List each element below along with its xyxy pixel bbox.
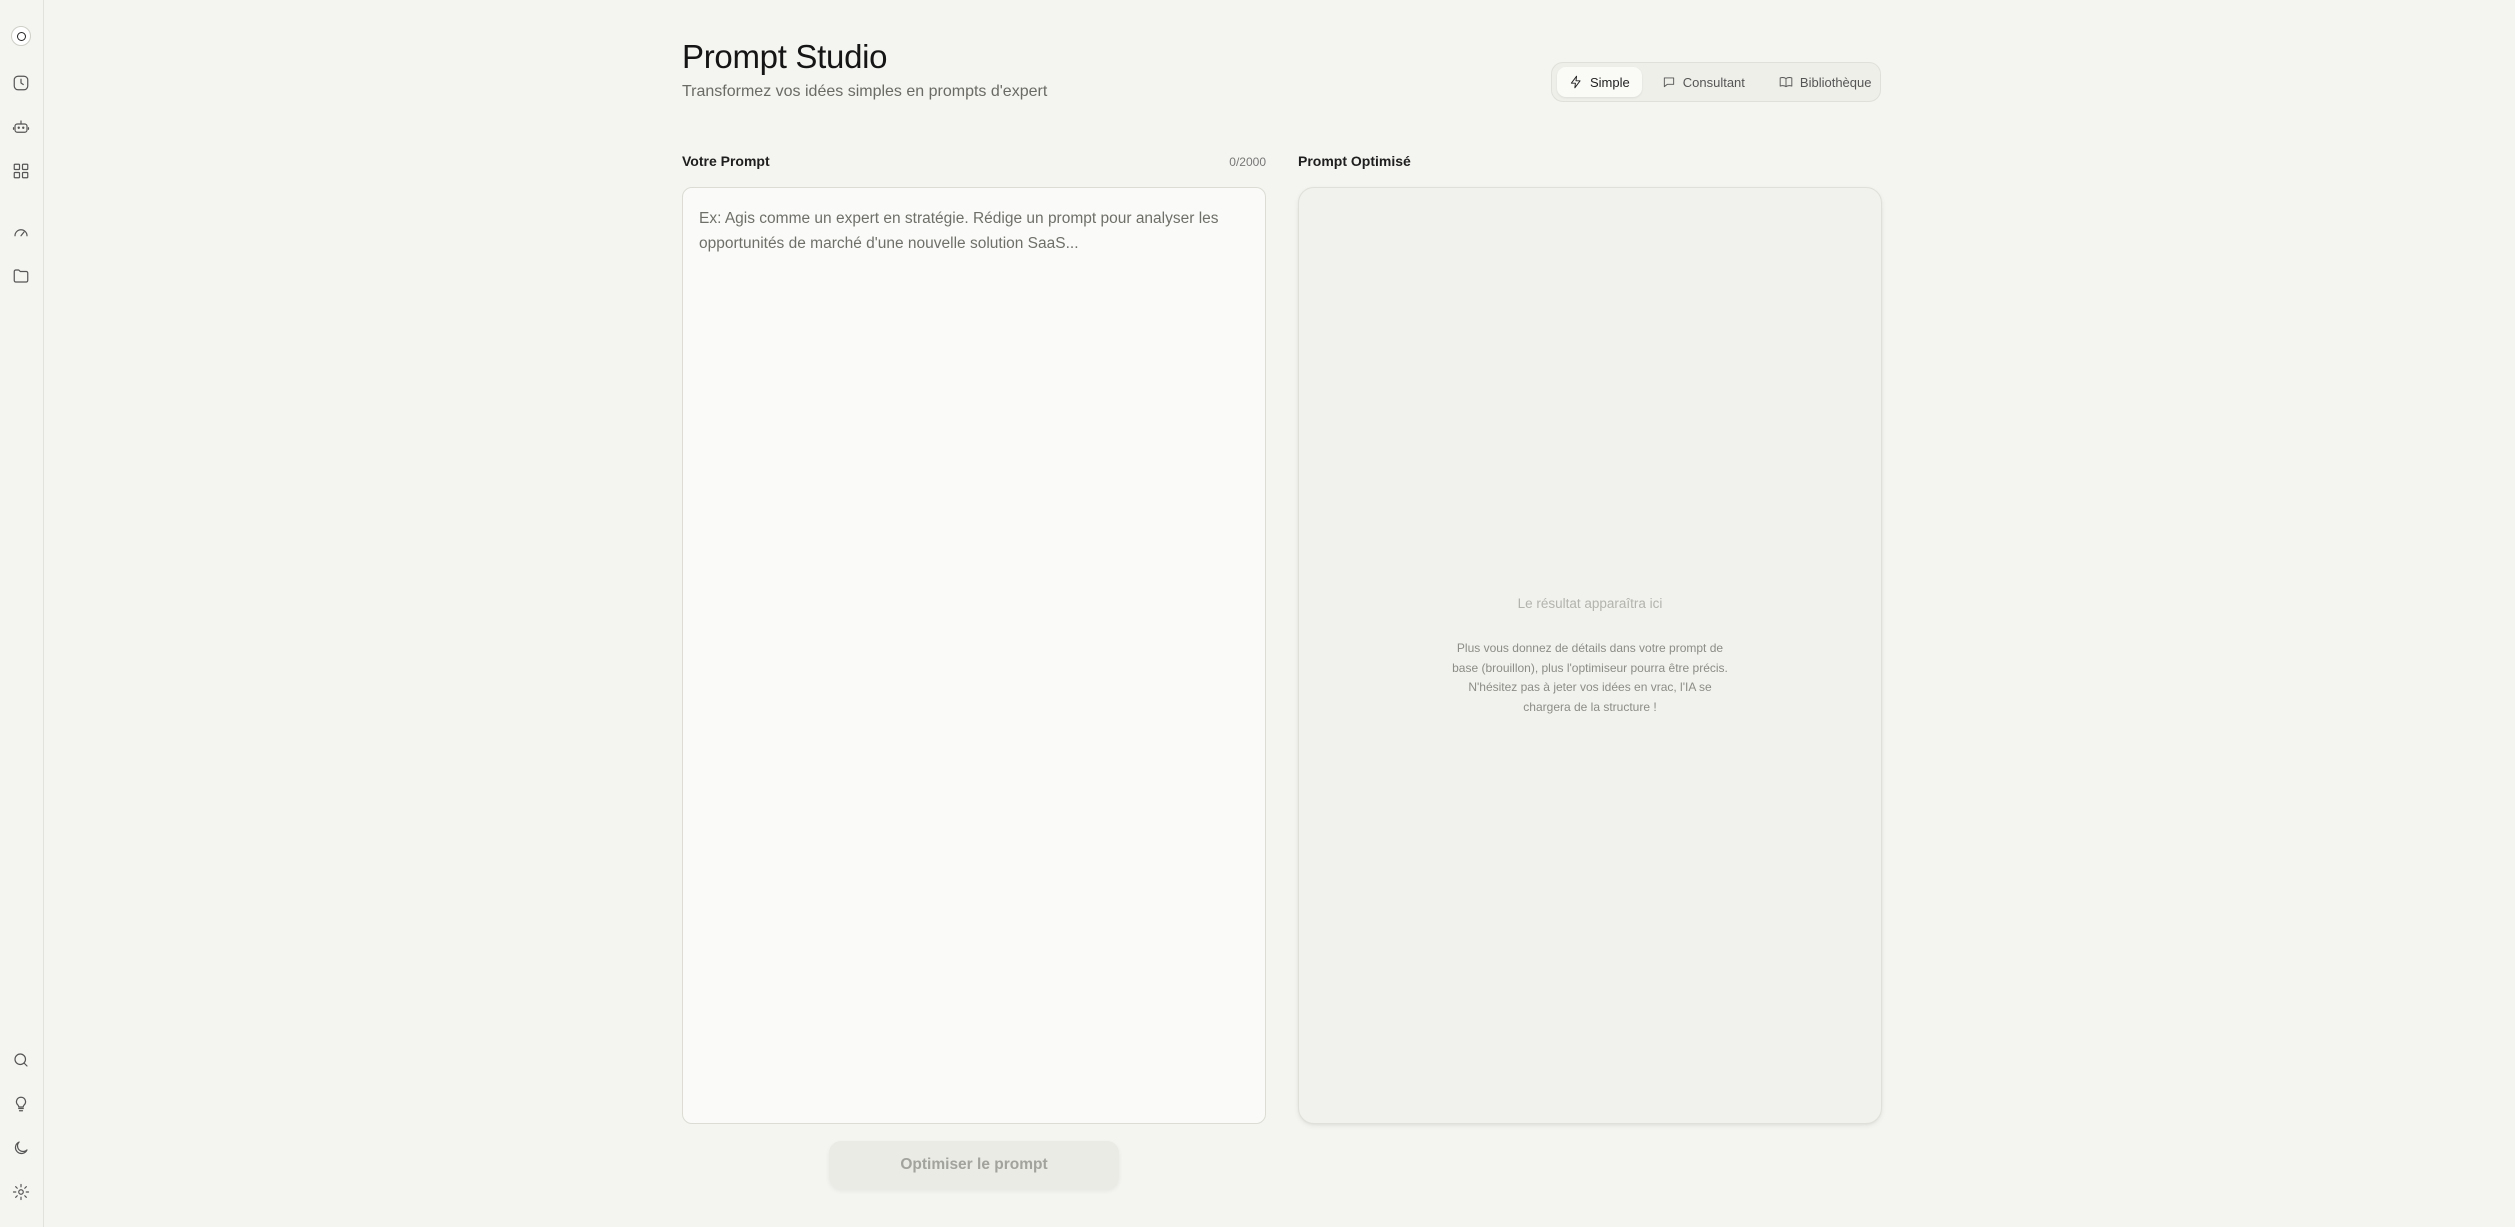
gear-icon[interactable] (10, 1181, 32, 1203)
lightning-icon (1570, 75, 1581, 89)
sidebar (0, 0, 44, 1227)
empty-state-title: Le résultat apparaîtra ici (1517, 596, 1663, 611)
book-icon (1779, 77, 1793, 88)
prompt-input[interactable] (699, 206, 1249, 1105)
page-subtitle: Transformez vos idées simples en prompts… (682, 83, 1048, 100)
grid-icon[interactable] (10, 160, 32, 182)
mode-simple-label: Simple (1590, 74, 1630, 90)
mode-switch: Simple Consultant Bibliothèque (1551, 62, 1881, 102)
optimized-output-panel: Le résultat apparaîtra ici Plus vous don… (1298, 187, 1882, 1124)
mode-simple-button[interactable]: Simple (1557, 67, 1642, 97)
page-title: Prompt Studio (682, 38, 888, 75)
mode-consultant-button[interactable]: Consultant (1650, 67, 1757, 97)
output-label: Prompt Optimisé (1298, 153, 1411, 169)
logo-icon[interactable] (10, 25, 32, 47)
folder-icon[interactable] (10, 265, 32, 287)
search-icon[interactable] (10, 1049, 32, 1071)
history-icon[interactable] (10, 72, 32, 94)
bot-icon[interactable] (10, 116, 32, 138)
mode-library-button[interactable]: Bibliothèque (1767, 67, 1884, 97)
character-counter: 0/2000 (1229, 155, 1266, 169)
chat-bubble-icon (1663, 77, 1674, 88)
optimize-button[interactable]: Optimiser le prompt (829, 1141, 1119, 1189)
gauge-icon[interactable] (10, 221, 32, 243)
mode-library-label: Bibliothèque (1799, 74, 1872, 90)
lightbulb-icon[interactable] (10, 1093, 32, 1115)
empty-state-description: Plus vous donnez de détails dans votre p… (1452, 641, 1728, 714)
input-label: Votre Prompt (682, 153, 770, 169)
moon-icon[interactable] (10, 1137, 32, 1159)
mode-consultant-label: Consultant (1682, 74, 1745, 90)
prompt-input-panel (682, 187, 1266, 1124)
